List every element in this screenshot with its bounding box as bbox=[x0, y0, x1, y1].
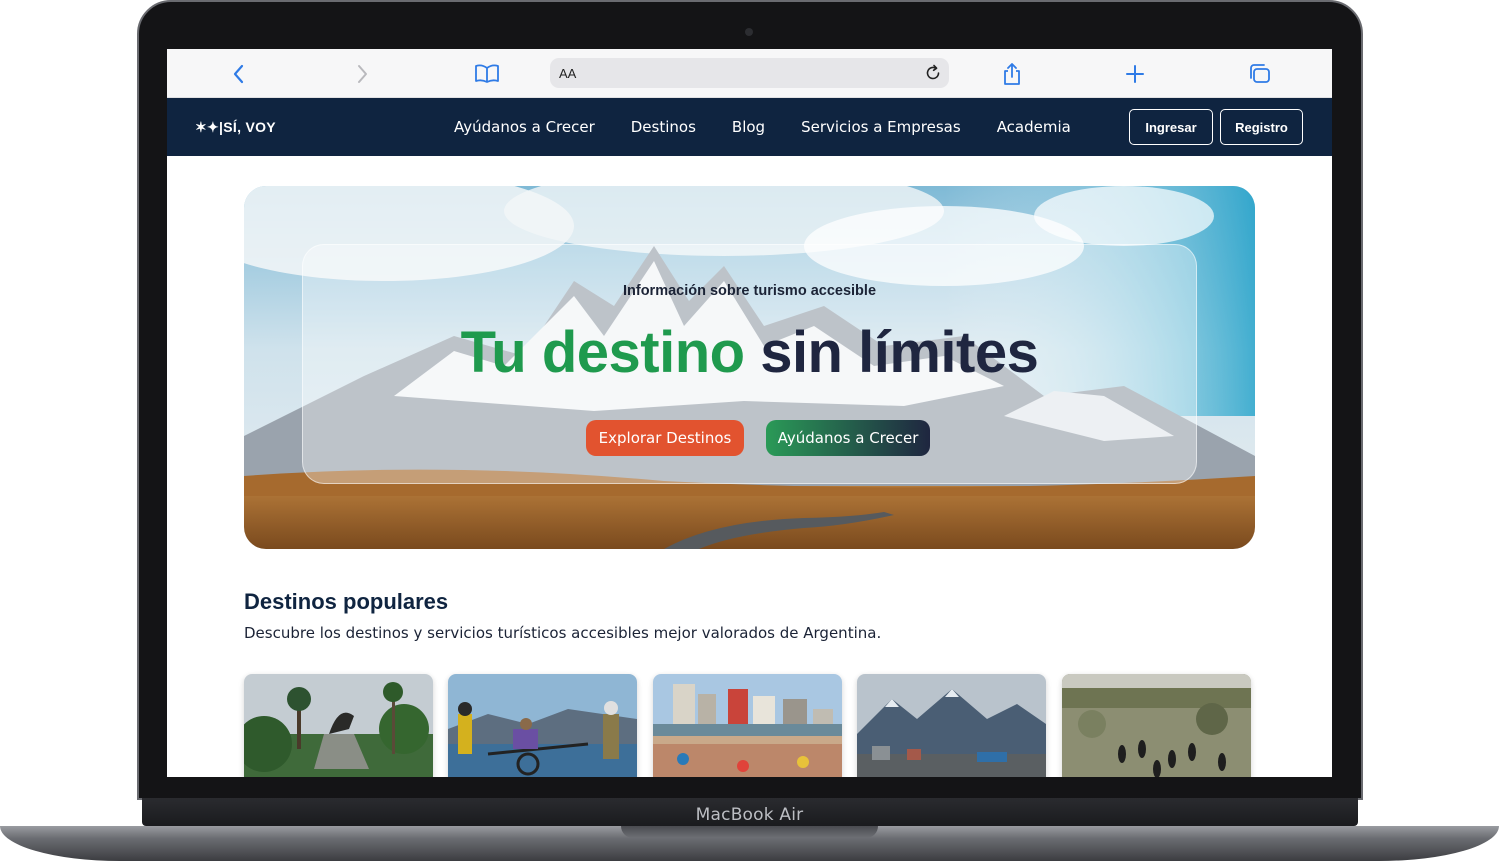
hero-eyebrow: Información sobre turismo accesible bbox=[622, 283, 877, 299]
plus-icon bbox=[1126, 65, 1144, 83]
penguin-colony-photo bbox=[1062, 674, 1251, 777]
tabs-icon bbox=[1250, 64, 1270, 83]
address-bar[interactable]: AA bbox=[550, 58, 949, 88]
reload-icon[interactable] bbox=[923, 63, 943, 83]
mountain-town-photo bbox=[857, 674, 1046, 777]
laptop-notch bbox=[621, 826, 878, 838]
nav-item-servicios[interactable]: Servicios a Empresas bbox=[801, 118, 961, 136]
forward-button[interactable] bbox=[347, 59, 377, 89]
hero-headline: Tu destino sin límites bbox=[303, 319, 1196, 386]
destination-card[interactable] bbox=[244, 674, 433, 777]
device-label: MacBook Air bbox=[695, 805, 804, 825]
chevron-left-icon bbox=[233, 64, 244, 84]
login-button[interactable]: Ingresar bbox=[1129, 109, 1213, 145]
hero-overlay-panel: Información sobre turismo accesible Tu d… bbox=[302, 244, 1197, 484]
new-tab-button[interactable] bbox=[1120, 59, 1150, 89]
browser-toolbar: AA bbox=[167, 49, 1332, 98]
nav-item-destinos[interactable]: Destinos bbox=[631, 118, 696, 136]
help-us-grow-button[interactable]: Ayúdanos a Crecer bbox=[766, 420, 930, 456]
explore-destinations-button[interactable]: Explorar Destinos bbox=[586, 420, 744, 456]
camera-icon bbox=[745, 28, 753, 36]
hero-banner: Información sobre turismo accesible Tu d… bbox=[244, 186, 1255, 549]
site-navbar: ✶✦|SÍ, VOY Ayúdanos a Crecer Destinos Bl… bbox=[167, 98, 1332, 156]
destination-card[interactable] bbox=[448, 674, 637, 777]
bookmarks-button[interactable] bbox=[472, 59, 502, 89]
reader-text-size[interactable]: AA bbox=[559, 66, 576, 81]
section-title: Destinos populares bbox=[244, 589, 449, 614]
headline-dark-part: sin límites bbox=[760, 320, 1039, 385]
share-icon bbox=[1004, 63, 1020, 85]
nav-item-blog[interactable]: Blog bbox=[732, 118, 765, 136]
section-subtitle: Descubre los destinos y servicios turíst… bbox=[244, 624, 882, 642]
adaptive-hiking-photo bbox=[448, 674, 637, 777]
nav-item-ayudanos[interactable]: Ayúdanos a Crecer bbox=[454, 118, 595, 136]
share-button[interactable] bbox=[997, 59, 1027, 89]
screen: AA ✶✦|SÍ, VOY Ayúdanos a Crecer Destinos… bbox=[167, 49, 1332, 777]
register-button[interactable]: Registro bbox=[1220, 109, 1303, 145]
nav-links: Ayúdanos a Crecer Destinos Blog Servicio… bbox=[454, 98, 1107, 156]
destination-card[interactable] bbox=[857, 674, 1046, 777]
site-logo[interactable]: ✶✦|SÍ, VOY bbox=[195, 119, 276, 136]
back-button[interactable] bbox=[224, 59, 254, 89]
headline-green-part: Tu destino bbox=[460, 320, 745, 385]
destination-card[interactable] bbox=[653, 674, 842, 777]
monument-photo bbox=[244, 674, 433, 777]
chevron-right-icon bbox=[358, 65, 367, 83]
destination-card[interactable] bbox=[1062, 674, 1251, 777]
book-icon bbox=[475, 64, 499, 83]
tabs-overview-button[interactable] bbox=[1245, 59, 1275, 89]
beach-city-photo bbox=[653, 674, 842, 777]
nav-item-academia[interactable]: Academia bbox=[997, 118, 1071, 136]
